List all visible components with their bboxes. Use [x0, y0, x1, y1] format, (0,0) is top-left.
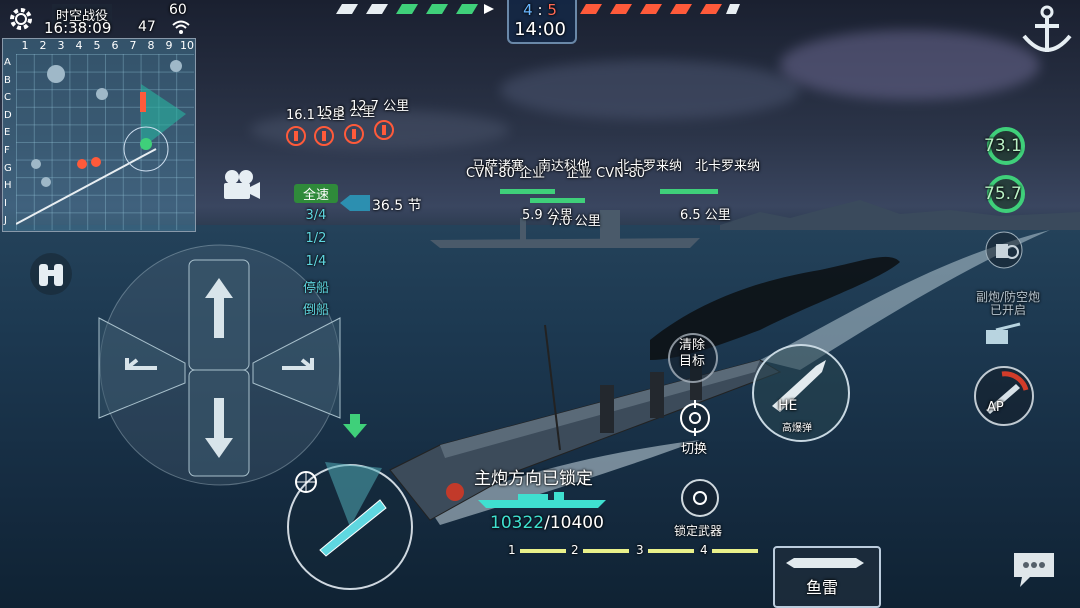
- speed-value: 36.5 节: [372, 198, 422, 214]
- fps-readout: 60: [169, 2, 187, 18]
- blue-team-ships: [336, 4, 494, 14]
- hp-percent-1: 73.1: [984, 136, 1022, 156]
- enemy-cluster: [140, 92, 146, 112]
- enemy-distance-label: 12.7 公里: [350, 99, 410, 114]
- distant-ship: [430, 238, 700, 248]
- weapon-slot-3-bar: [648, 549, 694, 553]
- clock-time: 16:38:09: [44, 19, 112, 37]
- match-timer: 14:00: [514, 19, 566, 40]
- weapon-slot-2: 2: [571, 543, 579, 557]
- camera-icon[interactable]: [220, 167, 262, 201]
- he-label: HE: [778, 398, 798, 414]
- player-marker: [140, 138, 152, 150]
- ping-readout: 47: [138, 19, 156, 35]
- player-ship-silhouette: [478, 492, 606, 508]
- ap-label: AP: [987, 400, 1004, 415]
- movement-pad[interactable]: [97, 258, 342, 478]
- star-emblem: [446, 483, 464, 501]
- aa-gun-icon[interactable]: [976, 322, 1026, 348]
- ally-distance: 7.0 公里: [550, 214, 601, 229]
- speed-half[interactable]: 1/2: [294, 231, 338, 246]
- torpedo-label: 鱼雷: [806, 578, 839, 597]
- settings-gear-icon[interactable]: [6, 4, 36, 34]
- ally-hp-bar: [500, 189, 555, 194]
- secondary-gun-icon[interactable]: [984, 230, 1024, 270]
- switch-label: 切换: [681, 442, 708, 457]
- lock-weapon-label: 锁定武器: [674, 524, 723, 538]
- ally-name: 北卡罗来纳: [617, 159, 683, 174]
- weapon-slot-2-bar: [583, 549, 629, 553]
- player-hp: 10322/10400: [490, 513, 604, 533]
- turret-down-arrow-icon: [343, 414, 367, 438]
- ally-hp-bar: [660, 189, 718, 194]
- speed-indicator-arrow: [340, 195, 370, 211]
- clear-target-label: 清除 目标: [678, 338, 705, 369]
- weapon-slot-1-bar: [520, 549, 566, 553]
- chat-icon[interactable]: [1010, 549, 1058, 589]
- secondary-status: 已开启: [989, 303, 1026, 317]
- minimap-col-labels: 1 2 3 4 5 6 7 8 9 10: [21, 39, 195, 52]
- weapon-slot-4-bar: [712, 549, 758, 553]
- ally-name: CVN-80 企业: [466, 166, 546, 181]
- weapon-slot-3: 3: [636, 543, 644, 557]
- lock-weapon-icon[interactable]: [680, 478, 720, 518]
- speed-three-quarter[interactable]: 3/4: [294, 208, 338, 223]
- binoculars-icon[interactable]: [29, 252, 73, 296]
- minimap-row-labels: ABCDEFGHIJ: [4, 57, 12, 227]
- ally-distance: 6.5 公里: [680, 208, 731, 223]
- enemy-target-icons[interactable]: [286, 120, 396, 150]
- wifi-icon: [172, 20, 190, 34]
- anchor-icon[interactable]: [1018, 2, 1076, 60]
- team-score: 4 : 5: [523, 1, 557, 19]
- minimap-markers: [16, 60, 186, 225]
- he-sublabel: 高爆弹: [782, 423, 812, 434]
- switch-target-icon[interactable]: [677, 400, 713, 436]
- ap-shell-button[interactable]: [972, 364, 1036, 428]
- distant-hills: [720, 200, 1080, 230]
- weapon-slot-4: 4: [700, 543, 708, 557]
- torpedo-icon: [786, 558, 864, 568]
- weapon-slot-1: 1: [508, 543, 516, 557]
- ally-hp-bar: [530, 198, 585, 203]
- crosshair-icon[interactable]: [294, 470, 318, 494]
- ally-name: 北卡罗来纳: [695, 159, 761, 174]
- hp-percent-2: 75.7: [984, 184, 1022, 204]
- speed-full[interactable]: 全速: [294, 184, 338, 203]
- turret-status: 主炮方向已锁定: [474, 469, 593, 489]
- red-team-ships: [580, 4, 740, 14]
